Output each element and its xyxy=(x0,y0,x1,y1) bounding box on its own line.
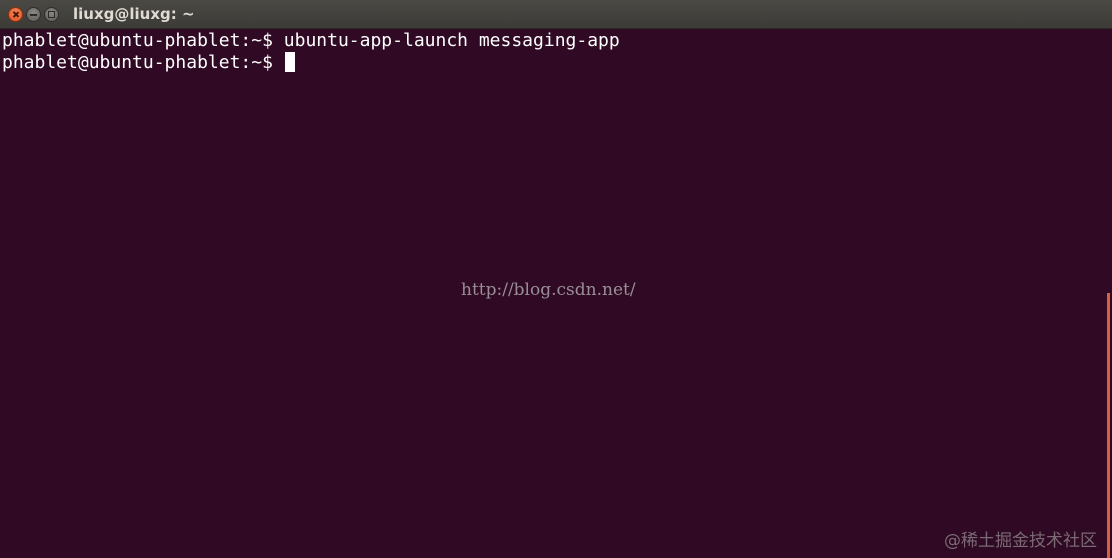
terminal-line: phablet@ubuntu-phablet:~$ xyxy=(2,52,295,74)
shell-prompt: phablet@ubuntu-phablet:~$ xyxy=(2,52,273,73)
maximize-icon[interactable] xyxy=(44,7,59,22)
shell-prompt: phablet@ubuntu-phablet:~$ xyxy=(2,30,273,51)
text-cursor xyxy=(284,52,295,72)
terminal-window: liuxg@liuxg: ~ phablet@ubuntu-phablet:~$… xyxy=(0,0,1112,558)
window-controls xyxy=(8,7,59,22)
window-title: liuxg@liuxg: ~ xyxy=(73,5,195,23)
close-icon[interactable] xyxy=(8,7,23,22)
command-text xyxy=(273,52,284,73)
watermark-url: http://blog.csdn.net/ xyxy=(461,280,636,300)
terminal-area[interactable]: phablet@ubuntu-phablet:~$ ubuntu-app-lau… xyxy=(0,29,1112,558)
command-text: ubuntu-app-launch messaging-app xyxy=(272,30,620,51)
scrollbar-indicator[interactable] xyxy=(1107,293,1110,558)
minimize-icon[interactable] xyxy=(26,7,41,22)
title-bar[interactable]: liuxg@liuxg: ~ xyxy=(0,0,1112,29)
terminal-line: phablet@ubuntu-phablet:~$ ubuntu-app-lau… xyxy=(2,30,620,52)
watermark-site: @稀土掘金技术社区 xyxy=(944,531,1097,551)
